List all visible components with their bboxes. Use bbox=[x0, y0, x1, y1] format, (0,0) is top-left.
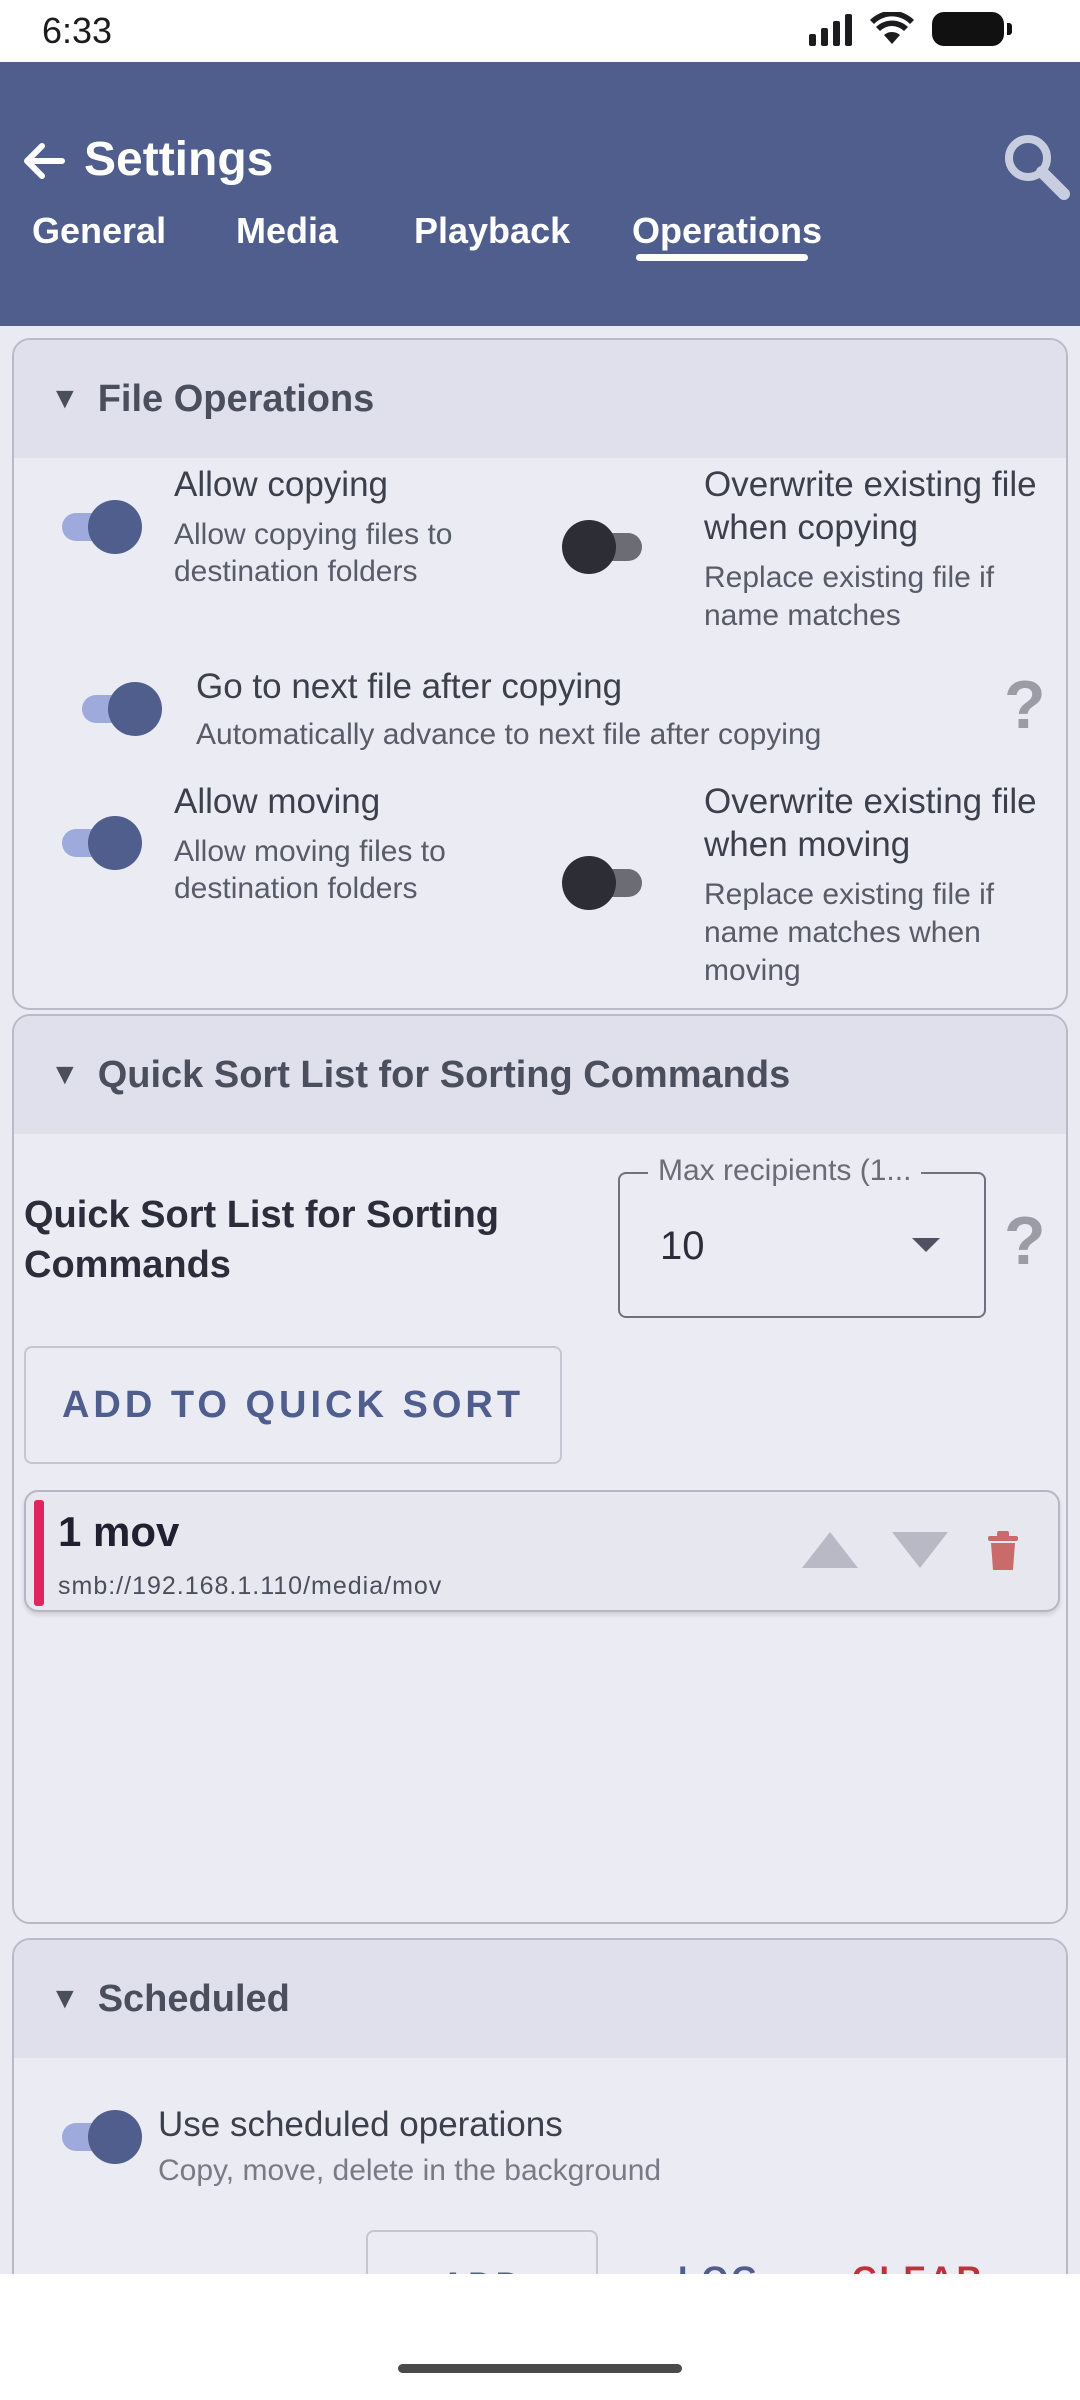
max-recipients-dropdown[interactable]: Max recipients (1... 10 bbox=[618, 1154, 986, 1318]
overwrite-moving-desc-1: Replace existing file if bbox=[704, 878, 995, 911]
overwrite-copying-title-2: when copying bbox=[704, 508, 919, 547]
collapse-caret-icon: ▼ bbox=[50, 382, 80, 415]
delete-icon[interactable] bbox=[986, 1530, 1020, 1572]
tab-media[interactable]: Media bbox=[236, 210, 338, 252]
section-title: Quick Sort List for Sorting Commands bbox=[97, 1053, 791, 1096]
navigation-bar bbox=[0, 2274, 1080, 2400]
dropdown-arrow-icon bbox=[912, 1238, 940, 1252]
tab-bar: General Media Playback Operations bbox=[0, 210, 1080, 280]
tab-general[interactable]: General bbox=[32, 210, 166, 252]
next-after-copy-title: Go to next file after copying bbox=[196, 667, 623, 706]
section-title: File Operations bbox=[97, 377, 375, 420]
max-recipients-value: 10 bbox=[660, 1224, 705, 1268]
quick-sort-label: Quick Sort List for Sorting Commands bbox=[24, 1190, 584, 1290]
allow-moving-title: Allow moving bbox=[174, 782, 381, 821]
file-operations-section: ▼ File Operations Allow copying Allow co… bbox=[12, 338, 1068, 1010]
allow-copying-desc-1: Allow copying files to bbox=[174, 518, 453, 551]
max-recipients-help-icon[interactable]: ? bbox=[1004, 1206, 1046, 1276]
home-indicator[interactable] bbox=[398, 2364, 682, 2373]
file-operations-header[interactable]: ▼ File Operations bbox=[14, 340, 1066, 458]
add-schedule-button[interactable]: ADD bbox=[366, 2230, 598, 2274]
signal-icon bbox=[809, 12, 852, 46]
move-up-icon[interactable] bbox=[802, 1532, 858, 1568]
overwrite-moving-desc-3: moving bbox=[704, 954, 801, 987]
page-title: Settings bbox=[84, 133, 274, 186]
status-bar: 6:33 bbox=[0, 0, 1080, 62]
move-down-icon[interactable] bbox=[892, 1532, 948, 1568]
scheduled-section: ▼ Scheduled Use scheduled operations Cop… bbox=[12, 1938, 1068, 2274]
status-icons bbox=[809, 12, 1012, 46]
settings-content[interactable]: ▼ File Operations Allow copying Allow co… bbox=[0, 326, 1080, 2274]
overwrite-moving-title-2: when moving bbox=[704, 825, 911, 864]
max-recipients-label: Max recipients (1... bbox=[648, 1154, 922, 1188]
app-bar: Settings General Media Playback Operatio… bbox=[0, 62, 1080, 326]
next-after-copy-help-icon[interactable]: ? bbox=[1004, 670, 1046, 740]
clear-all-button[interactable]: CLEAR ALL bbox=[852, 2260, 1066, 2274]
log-button[interactable]: LOG bbox=[678, 2260, 761, 2274]
use-scheduled-title: Use scheduled operations bbox=[158, 2105, 563, 2144]
collapse-caret-icon: ▼ bbox=[50, 1982, 80, 2015]
next-after-copy-desc: Automatically advance to next file after… bbox=[196, 718, 822, 751]
allow-copying-title: Allow copying bbox=[174, 465, 388, 504]
scheduled-header[interactable]: ▼ Scheduled bbox=[14, 1940, 1066, 2058]
next-after-copy-toggle[interactable] bbox=[78, 682, 162, 736]
quick-sort-item[interactable]: 1 mov smb://192.168.1.110/media/mov bbox=[24, 1490, 1060, 1612]
overwrite-moving-desc-2: name matches when bbox=[704, 916, 981, 949]
quick-sort-item-name: 1 mov bbox=[58, 1508, 180, 1555]
battery-icon bbox=[932, 12, 1012, 46]
overwrite-moving-title-1: Overwrite existing file bbox=[704, 782, 1037, 821]
quick-sort-label-line-2: Commands bbox=[24, 1244, 231, 1286]
allow-moving-desc-2: destination folders bbox=[174, 872, 418, 905]
allow-copying-desc-2: destination folders bbox=[174, 555, 418, 588]
tab-operations[interactable]: Operations bbox=[632, 210, 822, 252]
quick-sort-item-path: smb://192.168.1.110/media/mov bbox=[58, 1572, 443, 1600]
search-icon[interactable] bbox=[1000, 130, 1072, 202]
collapse-caret-icon: ▼ bbox=[50, 1058, 80, 1091]
status-time: 6:33 bbox=[42, 10, 113, 51]
tab-playback[interactable]: Playback bbox=[414, 210, 570, 252]
allow-moving-toggle[interactable] bbox=[58, 816, 142, 870]
quick-sort-label-line-1: Quick Sort List for Sorting bbox=[24, 1194, 500, 1236]
overwrite-moving-toggle[interactable] bbox=[562, 856, 646, 910]
overwrite-copying-title-1: Overwrite existing file bbox=[704, 465, 1037, 504]
overwrite-copying-desc-1: Replace existing file if bbox=[704, 561, 995, 594]
overwrite-copying-desc-2: name matches bbox=[704, 599, 901, 632]
use-scheduled-toggle[interactable] bbox=[58, 2110, 142, 2164]
allow-moving-desc-1: Allow moving files to bbox=[174, 835, 446, 868]
quick-sort-header[interactable]: ▼ Quick Sort List for Sorting Commands bbox=[14, 1016, 1066, 1134]
use-scheduled-desc: Copy, move, delete in the background bbox=[158, 2154, 662, 2187]
overwrite-copying-toggle[interactable] bbox=[562, 520, 646, 574]
quick-sort-section: ▼ Quick Sort List for Sorting Commands Q… bbox=[12, 1014, 1068, 1924]
wifi-icon bbox=[870, 12, 914, 44]
section-title: Scheduled bbox=[97, 1977, 290, 2020]
allow-copying-toggle[interactable] bbox=[58, 500, 142, 554]
active-tab-indicator bbox=[636, 254, 808, 261]
item-color-indicator bbox=[34, 1500, 44, 1606]
add-to-quick-sort-button[interactable]: ADD TO QUICK SORT bbox=[24, 1346, 562, 1464]
back-arrow-icon[interactable] bbox=[18, 136, 68, 186]
